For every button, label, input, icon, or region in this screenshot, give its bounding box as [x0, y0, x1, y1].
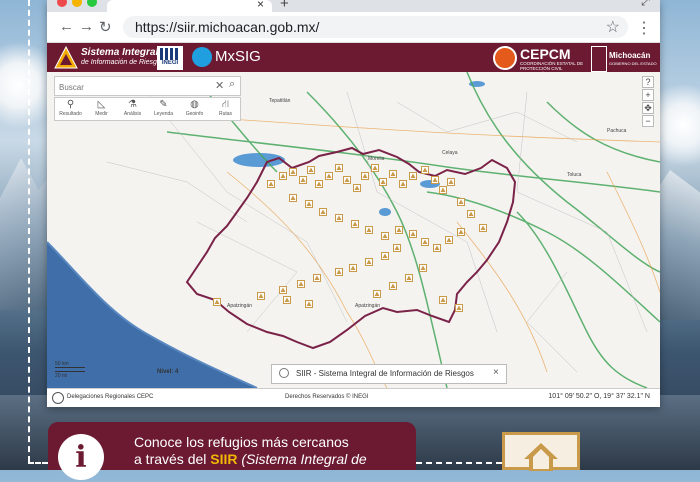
siir-logo-icon — [54, 46, 78, 69]
inegi-label: INEGI — [161, 60, 179, 66]
browser-window: × + ⤢ ← → ↻ https://siir.michoacan.gob.m… — [47, 0, 660, 407]
place-label-celaya: Celaya — [442, 150, 458, 156]
analysis-icon: ⚗ — [128, 99, 137, 110]
shelter-logo-box — [502, 432, 580, 471]
zoom-level-label: Nivel: 4 — [157, 369, 179, 375]
place-label-morelia: Morelia — [368, 156, 385, 162]
url-field[interactable]: https://siir.michoacan.gob.mx/ ☆ — [123, 16, 628, 38]
place-label-north: Tepatitlán — [269, 98, 291, 104]
info-line-1: Conoce los refugios más cercanos — [134, 434, 349, 450]
road-icon: ⛙ — [221, 99, 230, 110]
address-bar-row: ← → ↻ https://siir.michoacan.gob.mx/ ☆ ⋮ — [47, 12, 660, 43]
zoom-controls: ? + ✥ − — [642, 76, 654, 128]
search-icon[interactable]: ⌕ — [229, 78, 235, 91]
window-close-dot[interactable] — [57, 0, 67, 7]
place-label-apatzingan-2: Apatzingán — [355, 303, 380, 309]
search-box: ✕ ⌕ — [54, 76, 241, 97]
zoom-out-button[interactable]: − — [642, 115, 654, 127]
tool-label: Resultado — [59, 111, 82, 117]
search-input[interactable] — [55, 77, 211, 97]
popup-close-icon[interactable]: × — [493, 367, 499, 378]
house-shelter-icon — [524, 443, 558, 471]
scale-bar — [55, 367, 85, 372]
lake-patzcuaro — [379, 208, 391, 216]
tool-medir[interactable]: ◺ Medir — [86, 99, 117, 117]
restore-window-icon[interactable]: ⤢ — [641, 0, 650, 9]
tool-label: Análisis — [123, 111, 142, 117]
place-label-east: Toluca — [567, 172, 582, 178]
forward-arrow-icon[interactable]: → — [79, 18, 94, 35]
system-title: Sistema Integral — [81, 47, 159, 58]
place-labels: Morelia Apatzingán Apatzingán Tepatitlán… — [227, 98, 627, 309]
map-footer: Delegaciones Regionales CEPC Derechos Re… — [47, 388, 660, 407]
ruler-icon: ◺ — [97, 99, 106, 110]
info-i-icon: i — [58, 434, 104, 480]
tool-rutas[interactable]: ⛙ Rutas — [210, 99, 241, 117]
info-line-2-prefix: a través del — [134, 451, 211, 467]
tool-label: Leyenda — [153, 111, 174, 117]
dashed-connector-right — [416, 462, 502, 464]
inegi-grid-icon — [160, 48, 180, 60]
info-line-2-suffix: (Sistema Integral de — [237, 451, 367, 467]
footer-coordinates: 101° 09' 50.2" O, 19° 37' 32.1" N — [548, 393, 650, 400]
inegi-logo: INEGI — [157, 46, 183, 70]
magnifier-icon: ⚲ — [66, 99, 75, 110]
michoacan-subtitle: GOBIERNO DEL ESTADO — [609, 61, 657, 66]
info-popup: SIIR - Sistema Integral de Información d… — [271, 364, 507, 384]
tool-label: Geoinfo — [185, 111, 204, 117]
tool-leyenda[interactable]: ✎ Leyenda — [148, 99, 179, 117]
mxsig-globe-icon — [192, 47, 212, 67]
info-line-2: a través del SIIR (Sistema Integral de — [134, 451, 367, 468]
lake-chapala — [233, 153, 285, 167]
tab-bar: × + ⤢ — [47, 0, 660, 12]
help-button[interactable]: ? — [642, 76, 654, 88]
reload-icon[interactable]: ↻ — [99, 18, 112, 36]
system-subtitle: de Información de Riesgos — [81, 59, 165, 66]
map-canvas[interactable]: Morelia Apatzingán Apatzingán Tepatitlán… — [47, 72, 660, 388]
new-tab-icon[interactable]: + — [280, 0, 289, 12]
siir-highlight: SIIR — [210, 451, 238, 467]
place-label-pachuca: Pachuca — [607, 128, 627, 134]
window-maximize-dot[interactable] — [87, 0, 97, 7]
close-icon[interactable]: ✕ — [215, 79, 224, 92]
scale-label-mi: 20 mi — [55, 373, 68, 379]
browser-tab[interactable] — [107, 0, 272, 12]
dashed-connector-left — [28, 462, 48, 464]
michoacan-label: Michoacán — [609, 51, 651, 60]
url-text: https://siir.michoacan.gob.mx/ — [135, 19, 320, 35]
tab-close-icon[interactable]: × — [257, 0, 264, 11]
tool-analisis[interactable]: ⚗ Análisis — [117, 99, 148, 117]
dashed-connector-vertical — [28, 0, 30, 462]
mxsig-label: MxSIG — [215, 48, 261, 65]
footer-copyright: Derechos Reservados © INEGI — [285, 394, 369, 400]
pan-button[interactable]: ✥ — [642, 102, 654, 114]
footer-regional-label: Delegaciones Regionales CEPC — [67, 394, 154, 400]
window-minimize-dot[interactable] — [72, 0, 82, 7]
browser-menu-icon[interactable]: ⋮ — [636, 18, 652, 38]
tool-label: Rutas — [218, 111, 233, 117]
map-toolbar: ⚲ Resultado ◺ Medir ⚗ Análisis ✎ Leyenda… — [54, 97, 241, 121]
app-header: Sistema Integral de Información de Riesg… — [47, 43, 660, 76]
globe-icon: ◍ — [190, 99, 199, 110]
tool-label: Medir — [95, 111, 108, 117]
tool-resultado[interactable]: ⚲ Resultado — [55, 99, 86, 117]
info-circle-icon — [279, 368, 289, 378]
popup-text: SIIR - Sistema Integral de Información d… — [296, 369, 474, 378]
bookmark-star-icon[interactable]: ☆ — [606, 17, 620, 37]
back-arrow-icon[interactable]: ← — [59, 18, 74, 35]
info-card: i Conoce los refugios más cercanos a tra… — [48, 422, 416, 480]
zoom-in-button[interactable]: + — [642, 89, 654, 101]
info-card-text: Conoce los refugios más cercanos a travé… — [134, 434, 367, 468]
cepcm-emblem-icon — [493, 46, 517, 70]
layers-icon[interactable] — [52, 392, 64, 404]
place-label-apatzingan: Apatzingán — [227, 303, 252, 309]
cepcm-label: CEPCM — [520, 46, 571, 62]
legend-icon: ✎ — [159, 99, 168, 110]
tool-geoinfo[interactable]: ◍ Geoinfo — [179, 99, 210, 117]
michoacan-crest-icon — [591, 46, 607, 72]
